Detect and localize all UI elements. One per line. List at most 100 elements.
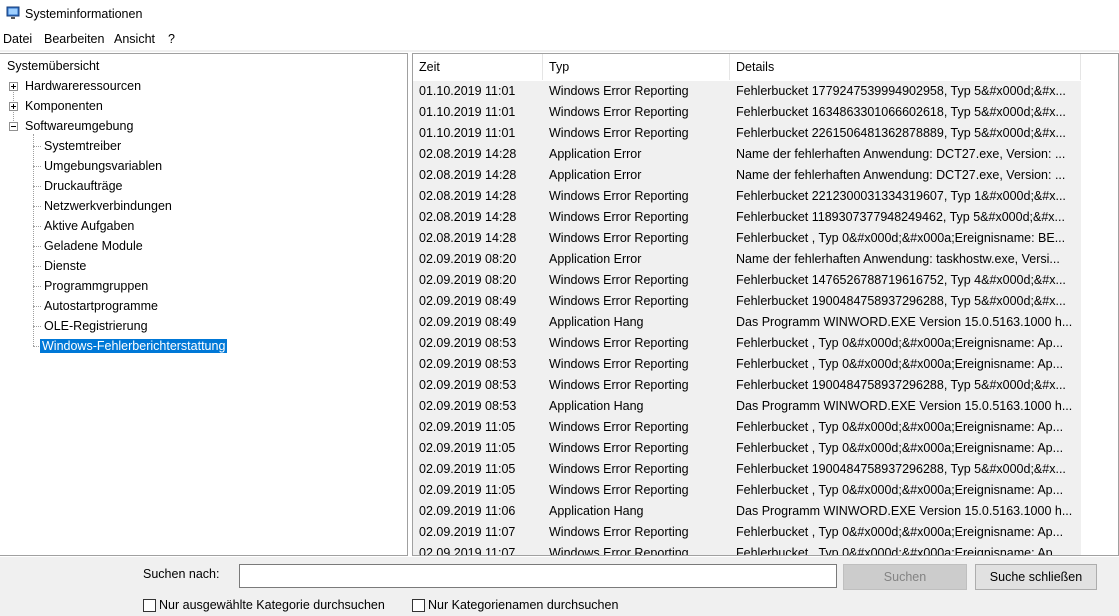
table-body: 01.10.2019 11:01 Windows Error Reporting F… [413, 81, 1081, 556]
table-row[interactable]: 01.10.2019 11:01 Windows Error Reporting F… [413, 123, 1081, 144]
table-row[interactable]: 01.10.2019 11:01 Windows Error Reporting F… [413, 102, 1081, 123]
tree-item-umgebungsvariablen[interactable]: Umgebungsvariablen [42, 157, 164, 175]
table-row[interactable]: 02.09.2019 08:53 Windows Error Reporting F… [413, 333, 1081, 354]
table-row[interactable]: 02.09.2019 08:20 Application Error Name de… [413, 249, 1081, 270]
cell-details: Name der fehlerhaften Anwendung: DCT27.e… [736, 147, 1066, 161]
tree-guide-line [33, 246, 41, 247]
expand-plus-icon[interactable] [9, 102, 18, 111]
tree-item-label: Komponenten [25, 99, 103, 113]
checkbox-selected-category[interactable]: Nur ausgewählte Kategorie durchsuchen [143, 597, 385, 613]
cell-zeit: 02.09.2019 08:53 [419, 357, 517, 371]
cell-details: Fehlerbucket , Typ 0&#x000d;&#x000a;Erei… [736, 546, 1064, 556]
table-row[interactable]: 02.09.2019 11:05 Windows Error Reporting F… [413, 459, 1081, 480]
table-row[interactable]: 02.09.2019 11:05 Windows Error Reporting F… [413, 480, 1081, 501]
cell-typ: Windows Error Reporting [549, 483, 689, 497]
cell-details: Fehlerbucket , Typ 0&#x000d;&#x000a;Erei… [736, 231, 1066, 245]
cell-zeit: 02.09.2019 11:07 [419, 525, 516, 539]
table-row[interactable]: 02.08.2019 14:28 Application Error Name de… [413, 165, 1081, 186]
tree-guide-line [33, 186, 41, 187]
menu-bearbeiten[interactable]: Bearbeiten [44, 32, 104, 46]
collapse-minus-icon[interactable] [9, 122, 18, 131]
tree-item-dienste[interactable]: Dienste [42, 257, 88, 275]
table-row[interactable]: 02.09.2019 11:07 Windows Error Reporting F… [413, 522, 1081, 543]
cell-typ: Windows Error Reporting [549, 441, 689, 455]
table-row[interactable]: 02.09.2019 11:07 Windows Error Reporting F… [413, 543, 1081, 556]
cell-typ: Windows Error Reporting [549, 462, 689, 476]
table-row[interactable]: 02.09.2019 08:53 Windows Error Reporting F… [413, 354, 1081, 375]
cell-typ: Windows Error Reporting [549, 273, 689, 287]
tree-item-label: Systemtreiber [44, 139, 122, 153]
tree-item-komponenten[interactable]: Komponenten [23, 97, 105, 115]
tree-item-ole-registrierung[interactable]: OLE-Registrierung [42, 317, 150, 335]
checkbox-category-names[interactable]: Nur Kategorienamen durchsuchen [412, 597, 618, 613]
close-search-button[interactable]: Suche schließen [975, 564, 1097, 590]
tree-item-softwareumgebung[interactable]: Softwareumgebung [23, 117, 135, 135]
tree-item-druckauftraege[interactable]: Druckaufträge [42, 177, 125, 195]
cell-details: Fehlerbucket 2261506481362878889, Typ 5&… [736, 126, 1066, 140]
table-row[interactable]: 02.09.2019 08:53 Windows Error Reporting F… [413, 375, 1081, 396]
search-button[interactable]: Suchen [843, 564, 967, 590]
menu-ansicht[interactable]: Ansicht [114, 32, 155, 46]
table-row[interactable]: 02.08.2019 14:28 Windows Error Reporting F… [413, 228, 1081, 249]
expand-plus-icon[interactable] [9, 82, 18, 91]
menu-bar: Datei Bearbeiten Ansicht ? [0, 29, 1119, 49]
cell-zeit: 02.09.2019 08:53 [419, 378, 517, 392]
table-row[interactable]: 02.08.2019 14:28 Application Error Name de… [413, 144, 1081, 165]
cell-typ: Windows Error Reporting [549, 210, 689, 224]
cell-details: Fehlerbucket 2212300031334319607, Typ 1&… [736, 189, 1066, 203]
tree-item-systemtreiber[interactable]: Systemtreiber [42, 137, 123, 155]
cell-details: Fehlerbucket , Typ 0&#x000d;&#x000a;Erei… [736, 483, 1064, 497]
tree-item-netzwerkverbindungen[interactable]: Netzwerkverbindungen [42, 197, 174, 215]
menu-help[interactable]: ? [168, 32, 175, 46]
search-input[interactable] [239, 564, 837, 588]
checkbox-box[interactable] [412, 598, 425, 612]
column-header-zeit[interactable]: Zeit [413, 54, 543, 80]
tree-item-autostartprogramme[interactable]: Autostartprogramme [42, 297, 160, 315]
tree-item-hardwareressourcen[interactable]: Hardwareressourcen [23, 77, 143, 95]
table-row[interactable]: 02.09.2019 08:20 Windows Error Reporting F… [413, 270, 1081, 291]
table-row[interactable]: 02.09.2019 11:06 Application Hang Das Prog… [413, 501, 1081, 522]
tree-item-geladene-module[interactable]: Geladene Module [42, 237, 145, 255]
tree-item-label: Netzwerkverbindungen [44, 199, 172, 213]
cell-details: Name der fehlerhaften Anwendung: taskhos… [736, 252, 1060, 266]
tree-guide-line [33, 286, 41, 287]
tree-item-programmgruppen[interactable]: Programmgruppen [42, 277, 150, 295]
cell-zeit: 02.09.2019 08:49 [419, 294, 517, 308]
tree-guide-line [33, 146, 41, 147]
cell-details: Fehlerbucket 1900484758937296288, Typ 5&… [736, 294, 1066, 308]
details-table[interactable]: Zeit Typ Details 01.10.2019 11:01 Windows… [412, 53, 1119, 556]
table-row[interactable]: 02.08.2019 14:28 Windows Error Reporting F… [413, 207, 1081, 228]
cell-typ: Windows Error Reporting [549, 84, 689, 98]
tree-root[interactable]: Systemübersicht [5, 57, 101, 75]
table-row[interactable]: 02.09.2019 08:49 Application Hang Das Prog… [413, 312, 1081, 333]
table-row[interactable]: 02.09.2019 08:49 Windows Error Reporting F… [413, 291, 1081, 312]
table-row[interactable]: 02.08.2019 14:28 Windows Error Reporting F… [413, 186, 1081, 207]
tree-item-label: Windows-Fehlerberichterstattung [40, 339, 228, 353]
table-row[interactable]: 02.09.2019 11:05 Windows Error Reporting F… [413, 438, 1081, 459]
tree-item-aktive-aufgaben[interactable]: Aktive Aufgaben [42, 217, 136, 235]
cell-zeit: 02.09.2019 08:53 [419, 399, 517, 413]
cell-details: Fehlerbucket 1900484758937296288, Typ 5&… [736, 378, 1066, 392]
table-row[interactable]: 02.09.2019 11:05 Windows Error Reporting F… [413, 417, 1081, 438]
cell-typ: Application Hang [549, 315, 644, 329]
cell-details: Fehlerbucket 1779247539994902958, Typ 5&… [736, 84, 1066, 98]
checkbox-label: Nur ausgewählte Kategorie durchsuchen [159, 598, 385, 612]
title-bar: Systeminformationen [0, 0, 1119, 29]
table-row[interactable]: 02.09.2019 08:53 Application Hang Das Prog… [413, 396, 1081, 417]
tree-item-label: Geladene Module [44, 239, 143, 253]
search-label: Suchen nach: [143, 567, 220, 581]
cell-zeit: 02.09.2019 11:05 [419, 483, 516, 497]
cell-zeit: 02.09.2019 08:49 [419, 315, 517, 329]
tree-item-windows-fehlerberichterstattung[interactable]: Windows-Fehlerberichterstattung [40, 337, 228, 355]
tree-guide-line [33, 326, 41, 327]
menu-datei[interactable]: Datei [3, 32, 32, 46]
column-header-typ[interactable]: Typ [543, 54, 730, 80]
column-header-details[interactable]: Details [730, 54, 1081, 80]
menu-separator [0, 50, 1119, 52]
category-tree[interactable]: Systemübersicht Hardwareressourcen Kompo… [0, 53, 408, 556]
table-row[interactable]: 01.10.2019 11:01 Windows Error Reporting F… [413, 81, 1081, 102]
checkbox-box[interactable] [143, 598, 156, 612]
cell-typ: Windows Error Reporting [549, 378, 689, 392]
cell-zeit: 02.08.2019 14:28 [419, 189, 517, 203]
cell-typ: Windows Error Reporting [549, 231, 689, 245]
